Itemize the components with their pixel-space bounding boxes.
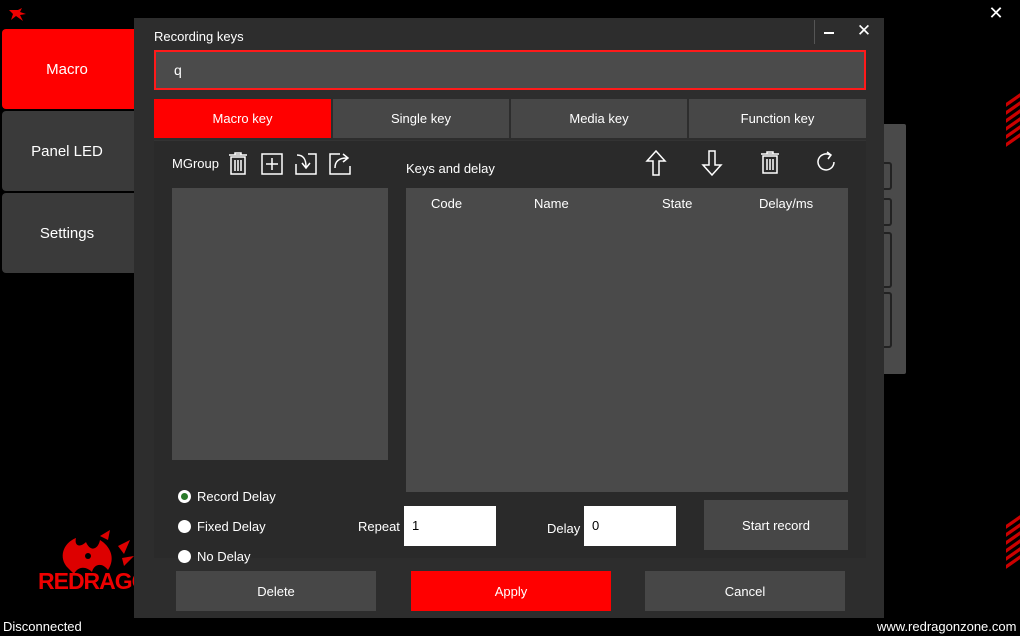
redragon-logo-icon: [9, 8, 26, 21]
delay-label: Delay: [547, 521, 581, 536]
radio-no-delay[interactable]: No Delay: [178, 549, 250, 564]
cancel-button[interactable]: Cancel: [645, 571, 845, 611]
column-header-name: Name: [534, 196, 569, 211]
mgroup-export-button[interactable]: [328, 152, 352, 176]
app-close-button[interactable]: ✕: [986, 4, 1006, 22]
delete-button[interactable]: Delete: [176, 571, 376, 611]
macro-editor-panel: MGroup Record Delay Fixed Delay No Delay…: [154, 140, 866, 564]
radio-fixed-delay-label: Fixed Delay: [197, 519, 266, 534]
dialog-close-button[interactable]: ✕: [850, 20, 878, 44]
column-header-state: State: [662, 196, 693, 211]
tab-media-key[interactable]: Media key: [511, 99, 687, 138]
keys-and-delay-label: Keys and delay: [406, 161, 495, 176]
move-up-button[interactable]: [644, 149, 668, 177]
radio-record-delay-label: Record Delay: [197, 489, 276, 504]
nav-macro-label: Macro: [46, 60, 88, 78]
recording-keys-dialog: Recording keys ✕ q Macro key Single key …: [134, 18, 884, 618]
mgroup-add-button[interactable]: [260, 152, 284, 176]
tab-single-key[interactable]: Single key: [333, 99, 509, 138]
nav-panel-led-label: Panel LED: [31, 142, 103, 160]
recording-keys-input[interactable]: q: [154, 50, 866, 90]
connection-status: Disconnected: [3, 619, 82, 634]
repeat-label: Repeat: [358, 519, 400, 534]
tab-function-key[interactable]: Function key: [689, 99, 866, 138]
mgroup-import-button[interactable]: [294, 152, 318, 176]
radio-indicator: [178, 550, 191, 563]
export-icon: [329, 153, 351, 175]
nav-settings-label: Settings: [39, 224, 95, 242]
move-down-button[interactable]: [700, 149, 724, 177]
nav-panel-led[interactable]: Panel LED: [2, 111, 152, 191]
website-link[interactable]: www.redragonzone.com: [877, 619, 1016, 634]
radio-record-delay[interactable]: Record Delay: [178, 489, 276, 504]
radio-indicator: [178, 490, 191, 503]
mgroup-delete-button[interactable]: [226, 151, 250, 175]
radio-indicator: [178, 520, 191, 533]
import-icon: [295, 153, 317, 175]
minimize-icon: [823, 32, 834, 34]
mgroup-list[interactable]: [172, 188, 388, 460]
decorative-stripes-bottom: [1006, 515, 1020, 569]
repeat-input[interactable]: 1: [404, 506, 496, 546]
arrow-up-icon: [645, 149, 667, 176]
delete-key-button[interactable]: [758, 149, 782, 175]
arrow-down-icon: [701, 150, 723, 177]
refresh-icon: [817, 151, 835, 171]
add-icon: [261, 153, 283, 175]
refresh-button[interactable]: [814, 150, 838, 174]
column-header-code: Code: [431, 196, 463, 211]
radio-no-delay-label: No Delay: [197, 549, 251, 564]
mgroup-label: MGroup: [172, 156, 219, 171]
trash-icon: [229, 152, 247, 175]
radio-fixed-delay[interactable]: Fixed Delay: [178, 519, 266, 534]
dialog-minimize-button[interactable]: [814, 20, 842, 44]
trash-icon: [761, 151, 779, 174]
dialog-title: Recording keys: [154, 29, 244, 44]
tab-macro-key[interactable]: Macro key: [154, 99, 331, 138]
apply-button[interactable]: Apply: [411, 571, 611, 611]
nav-settings[interactable]: Settings: [2, 193, 152, 273]
delay-input[interactable]: 0: [584, 506, 676, 546]
nav-macro[interactable]: Macro: [2, 29, 152, 109]
keys-table[interactable]: Code Name State Delay/ms: [406, 188, 848, 492]
column-header-delay: Delay/ms: [759, 196, 814, 211]
start-record-button[interactable]: Start record: [704, 500, 848, 550]
decorative-stripes-top: [1006, 93, 1020, 147]
